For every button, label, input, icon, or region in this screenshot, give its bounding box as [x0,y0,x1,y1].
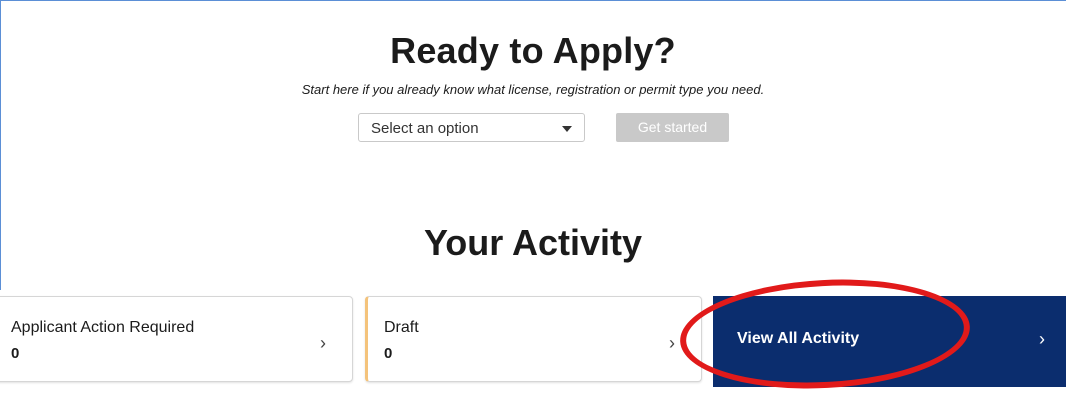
card-label: Applicant Action Required [11,319,195,336]
license-type-select[interactable]: Select an option [358,113,585,142]
select-value: Select an option [371,120,479,137]
draft-card[interactable]: Draft 0 › [365,296,702,382]
apply-subtitle: Start here if you already know what lice… [301,82,765,97]
card-label: Draft [384,319,419,336]
chevron-right-icon: › [669,333,675,353]
card-count: 0 [11,345,20,362]
card-count: 0 [384,345,393,362]
get-started-button[interactable]: Get started [616,113,729,142]
view-all-label: View All Activity [737,330,860,347]
chevron-down-icon [562,126,572,132]
view-all-activity-button[interactable]: View All Activity › [713,296,1066,387]
applicant-action-required-card[interactable]: Applicant Action Required 0 › [0,296,353,382]
chevron-right-icon: › [1039,329,1045,349]
chevron-right-icon: › [320,333,326,353]
window-top-border [0,0,1066,7]
your-activity-heading: Your Activity [423,222,643,263]
ready-to-apply-heading: Ready to Apply? [390,30,676,71]
